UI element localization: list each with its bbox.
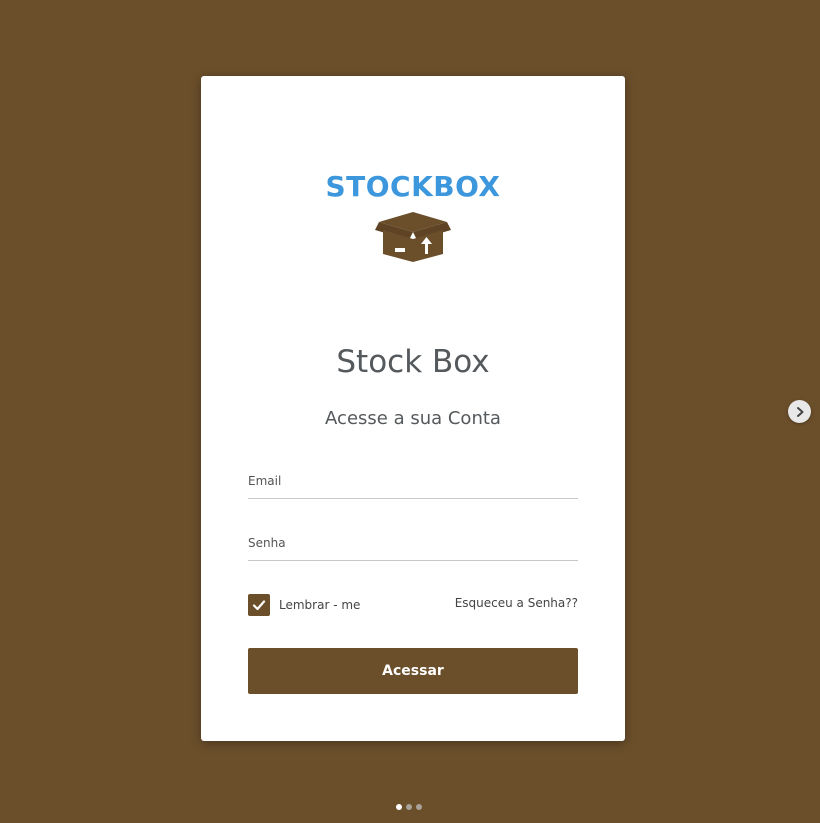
check-icon [252,599,266,610]
stockbox-logo: STOCKBOX [201,172,625,272]
remember-label: Lembrar - me [279,597,361,612]
email-field[interactable] [248,463,578,499]
forgot-password-link[interactable]: Esqueceu a Senha?? [455,596,578,610]
login-button[interactable]: Acessar [248,648,578,694]
logo-text: STOCKBOX [325,170,501,203]
carousel-dot[interactable] [416,804,422,810]
carousel-dot[interactable] [406,804,412,810]
carousel-dots [396,804,422,810]
page-title: Stock Box [336,344,490,380]
login-card: STOCKBOX Stock Box Acesse a sua Conta Le… [201,76,625,741]
box-icon [375,212,451,262]
password-field[interactable] [248,525,578,561]
carousel-next-button[interactable] [788,400,811,423]
page-subtitle: Acesse a sua Conta [325,408,501,429]
remember-checkbox[interactable] [248,593,270,616]
carousel-dot[interactable] [396,804,402,810]
chevron-right-icon [796,406,803,417]
remember-me[interactable]: Lembrar - me [248,593,360,616]
